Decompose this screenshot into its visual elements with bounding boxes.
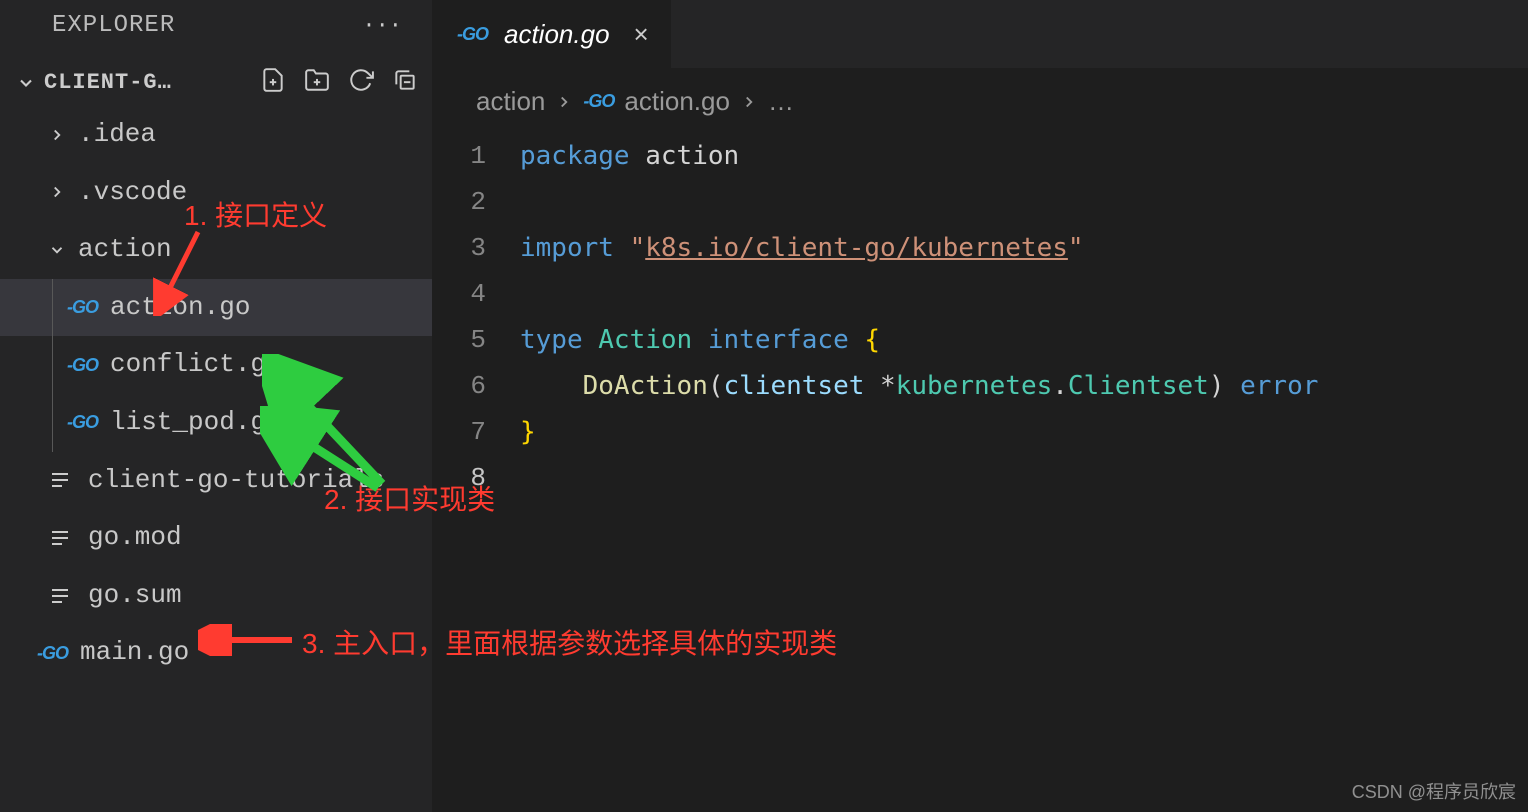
go-icon: GO [34, 639, 68, 668]
file-label: client-go-tutorials [88, 460, 384, 502]
folder-label: .idea [78, 114, 156, 156]
go-icon: GO [64, 293, 98, 322]
explorer-title: EXPLORER [52, 12, 175, 39]
line-number: 7 [432, 409, 486, 455]
go-icon: GO [64, 351, 98, 380]
token: " [1068, 233, 1084, 263]
tree-guide [52, 394, 53, 452]
project-actions [260, 67, 418, 98]
token: } [520, 417, 536, 447]
code-lines[interactable]: package action import "k8s.io/client-go/… [520, 133, 1528, 501]
line-number: 8 [432, 455, 486, 501]
file-icon [48, 468, 76, 492]
watermark: CSDN @程序员欣宸 [1352, 778, 1516, 804]
tree-guide [52, 336, 53, 394]
token: ( [708, 371, 724, 401]
file-label: list_pod.go [110, 402, 282, 444]
code-area[interactable]: 1 2 3 4 5 6 7 8 package action import "k… [432, 127, 1528, 501]
editor: GO action.go × action GO action.go … 1 2… [432, 0, 1528, 812]
project-name: CLIENT-G… [44, 70, 260, 95]
project-header[interactable]: CLIENT-G… [0, 59, 432, 106]
file-label: action.go [110, 287, 250, 329]
token: { [864, 325, 880, 355]
breadcrumb-file[interactable]: action.go [624, 86, 730, 117]
tree-guide [52, 279, 53, 337]
tab-action-go[interactable]: GO action.go × [432, 0, 671, 68]
file-label: go.mod [88, 517, 182, 559]
file-icon [48, 526, 76, 550]
folder-idea[interactable]: .idea [0, 106, 432, 164]
file-tree: .idea .vscode action GO action.go GO con… [0, 106, 432, 682]
file-label: go.sum [88, 575, 182, 617]
file-label: conflict.go [110, 344, 282, 386]
line-number: 2 [432, 179, 486, 225]
file-list-pod-go[interactable]: GO list_pod.go [0, 394, 432, 452]
tab-bar: GO action.go × [432, 0, 1528, 68]
file-gosum[interactable]: go.sum [0, 567, 432, 625]
breadcrumb-folder[interactable]: action [476, 86, 545, 117]
gutter: 1 2 3 4 5 6 7 8 [432, 133, 520, 501]
collapse-all-icon[interactable] [392, 67, 418, 98]
line-number: 3 [432, 225, 486, 271]
chevron-down-icon [48, 241, 66, 259]
file-label: main.go [80, 632, 189, 674]
token: error [1224, 371, 1318, 401]
breadcrumb[interactable]: action GO action.go … [432, 68, 1528, 127]
chevron-down-icon [16, 73, 36, 93]
token: Action [598, 325, 692, 355]
token: type [520, 325, 583, 355]
folder-label: .vscode [78, 172, 187, 214]
go-icon: GO [454, 24, 488, 45]
token: Clientset [1068, 371, 1209, 401]
file-gomod[interactable]: go.mod [0, 509, 432, 567]
token: package [520, 141, 630, 171]
file-main-go[interactable]: GO main.go [0, 624, 432, 682]
token: import [520, 233, 614, 263]
chevron-right-icon [48, 126, 66, 144]
sidebar: EXPLORER ··· CLIENT-G… .idea .vscode act… [0, 0, 432, 812]
chevron-right-icon [48, 183, 66, 201]
token: DoAction [583, 371, 708, 401]
token: clientset [724, 371, 865, 401]
line-number: 6 [432, 363, 486, 409]
folder-action[interactable]: action [0, 221, 432, 279]
line-number: 5 [432, 317, 486, 363]
new-file-icon[interactable] [260, 67, 286, 98]
token: ) [1209, 371, 1225, 401]
token: interface [708, 325, 849, 355]
token: * [864, 371, 895, 401]
folder-vscode[interactable]: .vscode [0, 164, 432, 222]
more-icon[interactable]: ··· [362, 13, 412, 38]
explorer-header: EXPLORER ··· [0, 0, 432, 59]
token: k8s.io/client-go/kubernetes [645, 233, 1068, 263]
line-number: 1 [432, 133, 486, 179]
line-number: 4 [432, 271, 486, 317]
refresh-icon[interactable] [348, 67, 374, 98]
token: " [630, 233, 646, 263]
token: . [1052, 371, 1068, 401]
folder-label: action [78, 229, 172, 271]
go-icon: GO [64, 408, 98, 437]
token: kubernetes [896, 371, 1053, 401]
close-icon[interactable]: × [634, 19, 649, 50]
file-conflict-go[interactable]: GO conflict.go [0, 336, 432, 394]
token: action [645, 141, 739, 171]
file-tutorials[interactable]: client-go-tutorials [0, 452, 432, 510]
chevron-right-icon [740, 93, 758, 111]
go-icon: GO [583, 91, 614, 112]
new-folder-icon[interactable] [304, 67, 330, 98]
file-action-go[interactable]: GO action.go [0, 279, 432, 337]
breadcrumb-more[interactable]: … [768, 86, 794, 117]
file-icon [48, 584, 76, 608]
tab-label: action.go [504, 19, 610, 50]
chevron-right-icon [555, 93, 573, 111]
